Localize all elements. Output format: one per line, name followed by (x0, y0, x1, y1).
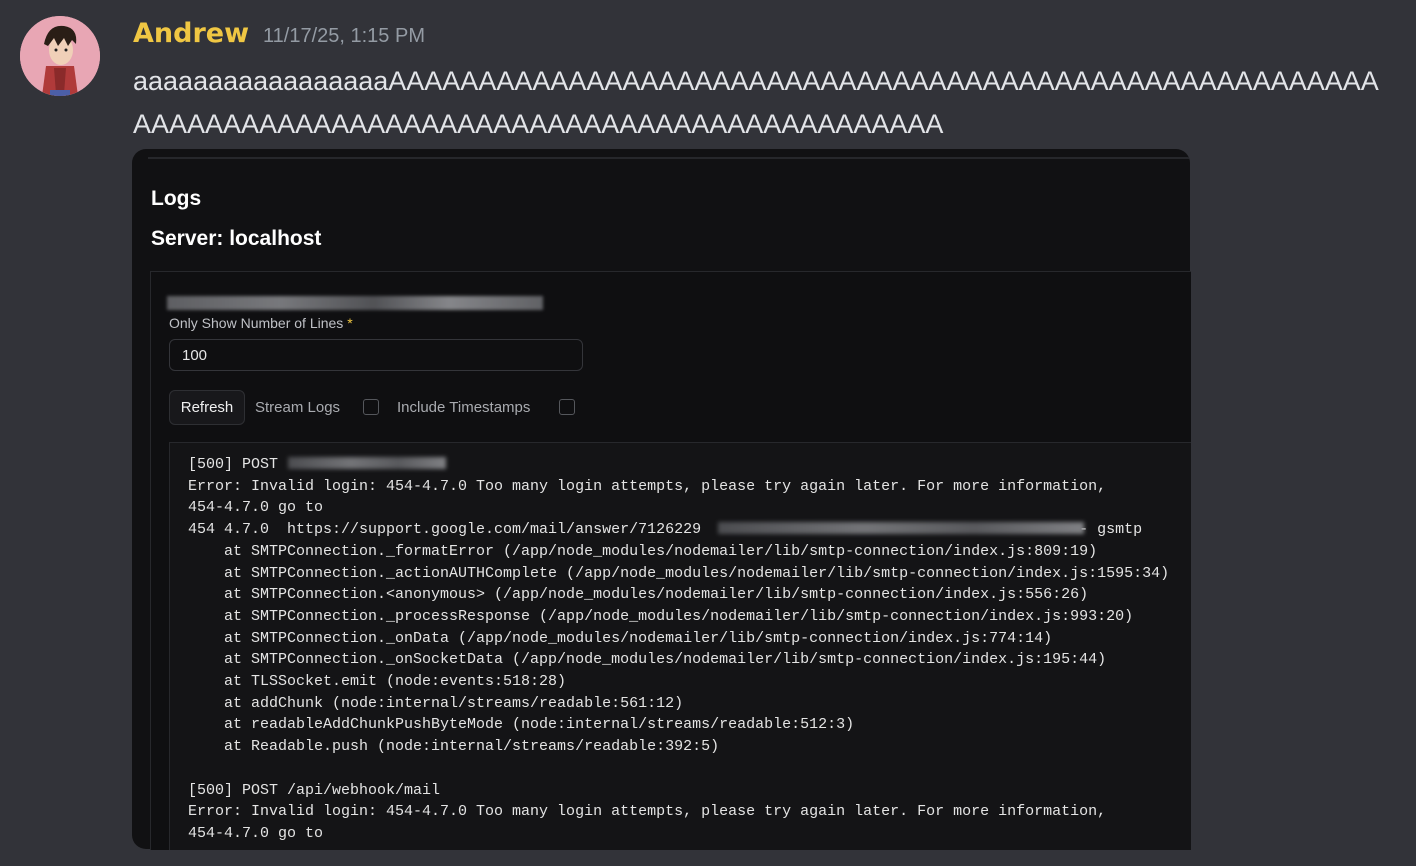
stream-logs-label: Stream Logs (255, 399, 341, 416)
refresh-button[interactable]: Refresh (169, 390, 245, 425)
lines-label-text: Only Show Number of Lines (169, 315, 344, 331)
required-mark: * (347, 315, 353, 331)
message-text: aaaaaaaaaaaaaaaaaAAAAAAAAAAAAAAAAAAAAAAA… (133, 66, 1379, 139)
embed-divider (148, 157, 1190, 159)
include-timestamps-label: Include Timestamps (397, 399, 531, 416)
user-avatar[interactable] (20, 16, 100, 96)
message-header: Andrew 11/17/25, 1:15 PM (133, 18, 425, 49)
username[interactable]: Andrew (133, 18, 249, 49)
message-timestamp: 11/17/25, 1:15 PM (263, 25, 425, 47)
redacted-text (167, 296, 543, 310)
avatar-cartoon-icon (20, 16, 100, 96)
redacted-url (288, 457, 446, 469)
lines-field-label: Only Show Number of Lines * (169, 315, 353, 331)
include-timestamps-checkbox[interactable] (559, 399, 575, 415)
log-output[interactable]: [500] POST Error: Invalid login: 454-4.7… (169, 442, 1191, 850)
stream-logs-checkbox[interactable] (363, 399, 379, 415)
log-text: [500] POST Error: Invalid login: 454-4.7… (188, 456, 1170, 842)
page-title: Logs (151, 187, 202, 210)
server-subtitle: Server: localhost (151, 227, 322, 250)
redacted-id (718, 522, 1084, 534)
lines-input[interactable]: 100 (169, 339, 583, 371)
